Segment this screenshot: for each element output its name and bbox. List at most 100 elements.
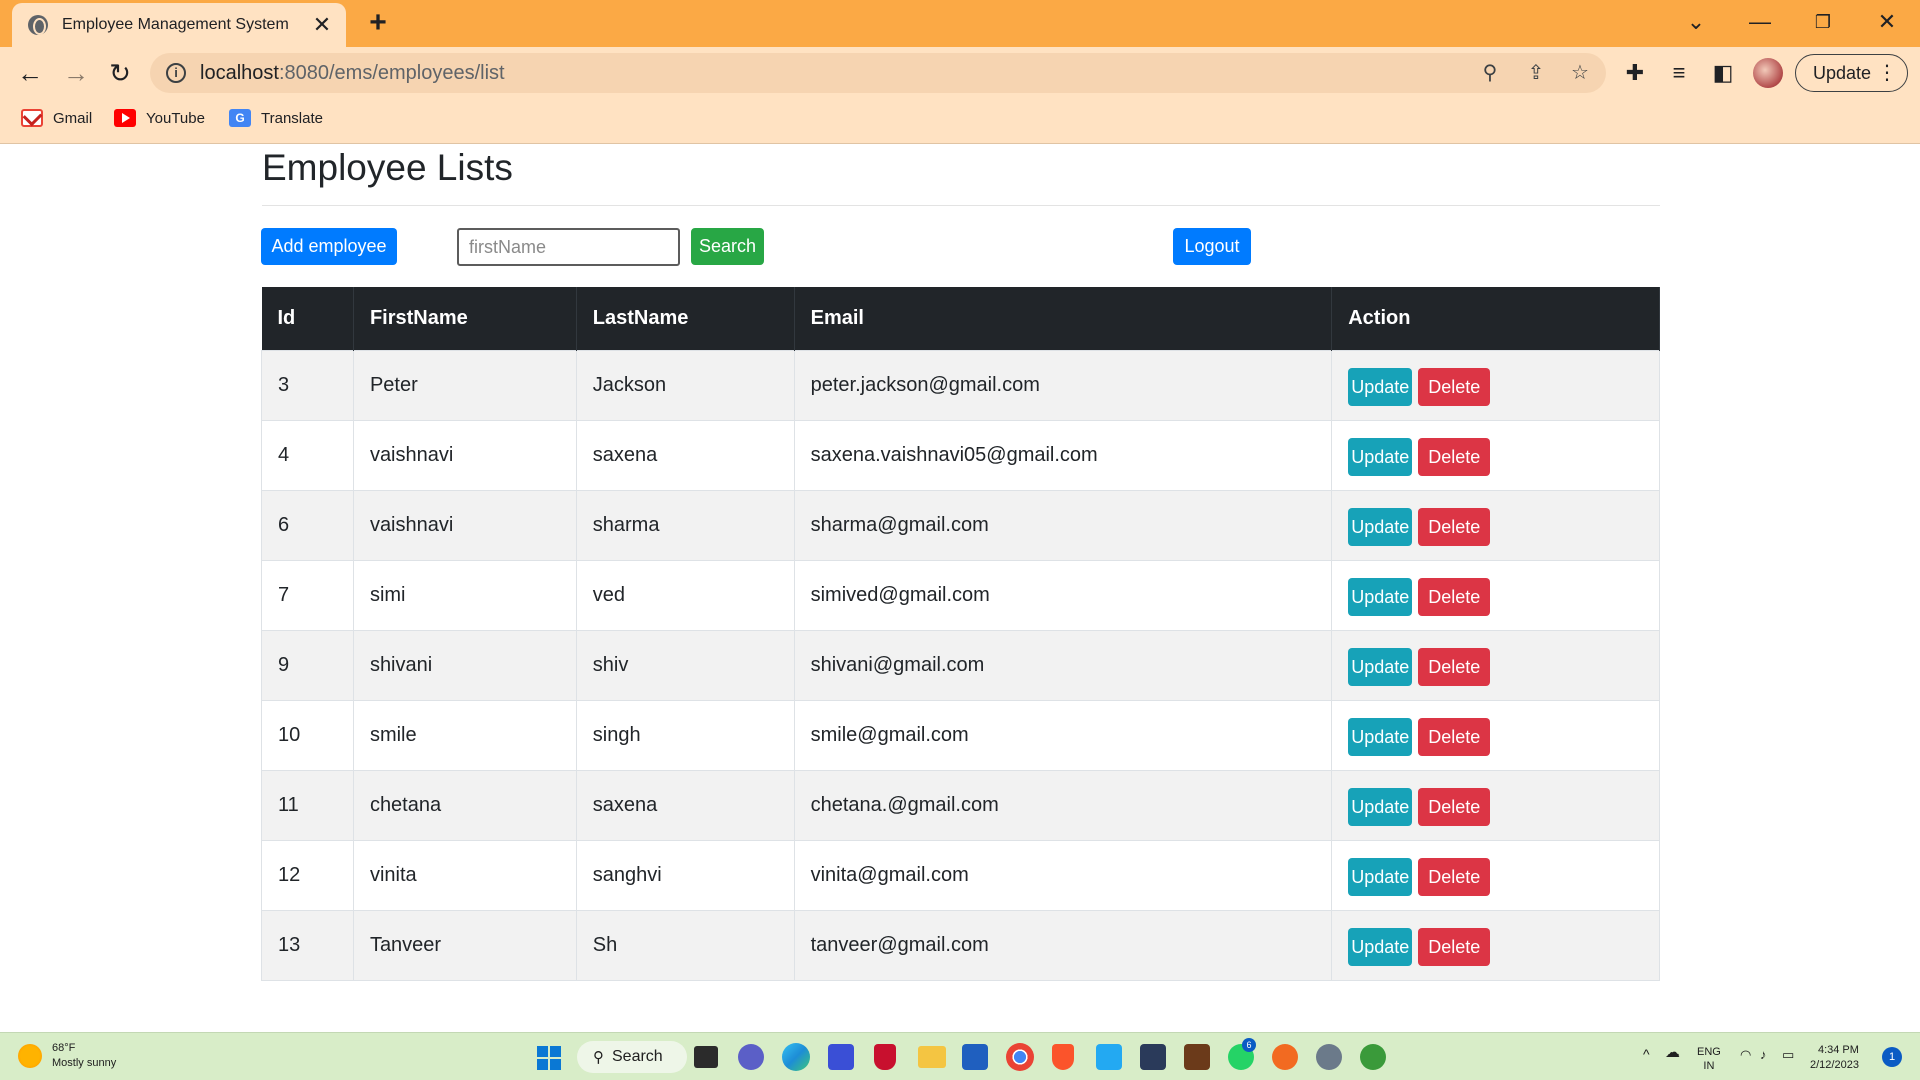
browser-tab[interactable]: Employee Management System ✕ [12,3,346,47]
zoom-icon[interactable]: ⚲ [1476,59,1504,87]
postman-icon[interactable] [1272,1044,1298,1070]
new-tab-button[interactable]: + [362,8,394,40]
site-info-icon[interactable]: i [166,63,186,83]
edge-icon[interactable] [782,1043,810,1071]
weather-sun-icon [18,1044,42,1068]
game-app-icon[interactable] [1184,1044,1210,1070]
math-app-icon[interactable] [828,1044,854,1070]
delete-button[interactable]: Delete [1418,438,1491,476]
back-icon[interactable]: ← [14,57,46,89]
update-button[interactable]: Update [1348,858,1413,896]
side-panel-icon[interactable]: ◧ [1708,58,1738,88]
cell-action: Update Delete [1331,699,1660,771]
browser-update-button[interactable]: Update ⋮ [1795,54,1908,92]
delete-button[interactable]: Delete [1418,928,1491,966]
update-button[interactable]: Update [1348,718,1413,756]
table-row: 7 simi ved simived@gmail.com Update Delete [261,559,1660,631]
table-header-row: Id FirstName LastName Email Action [261,287,1660,350]
delete-button[interactable]: Delete [1418,718,1491,756]
language-indicator[interactable]: ENG IN [1697,1045,1721,1073]
update-button[interactable]: Update [1348,578,1413,616]
delete-button[interactable]: Delete [1418,508,1491,546]
reload-icon[interactable]: ↻ [104,57,136,89]
cell-action: Update Delete [1331,839,1660,911]
search-input[interactable] [457,228,680,266]
cell-firstname: vaishnavi [352,419,577,491]
file-explorer-icon[interactable] [918,1046,946,1068]
cell-email: smile@gmail.com [793,699,1333,771]
header-id: Id [261,287,354,350]
update-button[interactable]: Update [1348,438,1413,476]
bookmark-gmail[interactable]: Gmail [21,109,92,127]
table-row: 3 Peter Jackson peter.jackson@gmail.com Upda… [261,349,1660,421]
brave-icon[interactable] [1052,1044,1074,1070]
update-button[interactable]: Update [1348,648,1413,686]
settings-gear-icon[interactable] [1316,1044,1342,1070]
volume-icon[interactable]: ♪ [1760,1048,1767,1062]
cell-lastname: sanghvi [575,839,795,911]
update-button[interactable]: Update [1348,928,1413,966]
vscode-icon[interactable] [1096,1044,1122,1070]
search-button[interactable]: Search [691,228,764,265]
delete-button[interactable]: Delete [1418,648,1491,686]
cell-email: tanveer@gmail.com [793,909,1333,981]
cell-id: 12 [261,839,354,911]
word-icon[interactable] [962,1044,988,1070]
bookmark-youtube[interactable]: YouTube [114,109,205,127]
cell-lastname: Sh [575,909,795,981]
spring-tool-icon[interactable] [1360,1044,1386,1070]
cell-firstname: shivani [352,629,577,701]
chrome-icon[interactable] [1006,1043,1034,1071]
wifi-icon[interactable]: ◠ [1740,1048,1751,1062]
cell-firstname: vinita [352,839,577,911]
cell-id: 7 [261,559,354,631]
delete-button[interactable]: Delete [1418,858,1491,896]
restore-icon[interactable]: ❐ [1803,6,1843,38]
tray-chevron-icon[interactable]: ^ [1643,1047,1650,1061]
onedrive-icon[interactable]: ☁ [1665,1045,1680,1060]
weather-widget[interactable]: 68°F Mostly sunny [18,1041,116,1071]
logout-button[interactable]: Logout [1173,228,1251,265]
delete-button[interactable]: Delete [1418,368,1491,406]
start-button-icon[interactable] [537,1046,561,1070]
address-bar[interactable]: i localhost:8080/ems/employees/list ⚲ ⇪ … [150,53,1606,93]
bookmark-translate[interactable]: G Translate [229,109,323,127]
add-employee-button[interactable]: Add employee [261,228,397,265]
cell-action: Update Delete [1331,629,1660,701]
extensions-icon[interactable]: ✚ [1620,58,1650,88]
clock[interactable]: 4:34 PM 2/12/2023 [1810,1043,1859,1073]
close-window-icon[interactable]: ✕ [1867,6,1907,38]
teams-chat-icon[interactable] [738,1044,764,1070]
update-button[interactable]: Update [1348,508,1413,546]
youtube-icon [114,109,136,127]
table-row: 4 vaishnavi saxena saxena.vaishnavi05@gmail… [261,419,1660,491]
taskbar-search[interactable]: ⚲ Search [577,1041,687,1073]
mcafee-icon[interactable] [874,1044,896,1070]
header-firstname: FirstName [353,287,577,350]
battery-icon[interactable]: ▭ [1782,1048,1794,1062]
url-text[interactable]: localhost:8080/ems/employees/list [200,62,505,85]
tab-title: Employee Management System [62,16,289,33]
table-row: 6 vaishnavi sharma sharma@gmail.com Update De… [261,489,1660,561]
close-tab-icon[interactable]: ✕ [312,14,332,36]
minimize-icon[interactable]: — [1740,6,1780,38]
cell-lastname: Jackson [575,349,795,421]
delete-button[interactable]: Delete [1418,788,1491,826]
profile-avatar[interactable] [1753,58,1783,88]
cell-email: shivani@gmail.com [793,629,1333,701]
task-view-icon[interactable] [694,1046,718,1068]
eclipse-icon[interactable] [1140,1044,1166,1070]
cell-lastname: shiv [575,629,795,701]
update-button[interactable]: Update [1348,368,1413,406]
notification-badge[interactable]: 1 [1882,1047,1902,1067]
media-queue-icon[interactable]: ≡ [1664,58,1694,88]
table-row: 9 shivani shiv shivani@gmail.com Update Delet… [261,629,1660,701]
update-button[interactable]: Update [1348,788,1413,826]
tab-search-chevron-icon[interactable]: ⌄ [1676,6,1716,38]
delete-button[interactable]: Delete [1418,578,1491,616]
share-icon[interactable]: ⇪ [1522,59,1550,87]
forward-icon[interactable]: → [60,57,92,89]
bookmark-star-icon[interactable]: ☆ [1566,59,1594,87]
menu-dots-icon[interactable]: ⋮ [1877,61,1897,85]
cell-id: 4 [261,419,354,491]
